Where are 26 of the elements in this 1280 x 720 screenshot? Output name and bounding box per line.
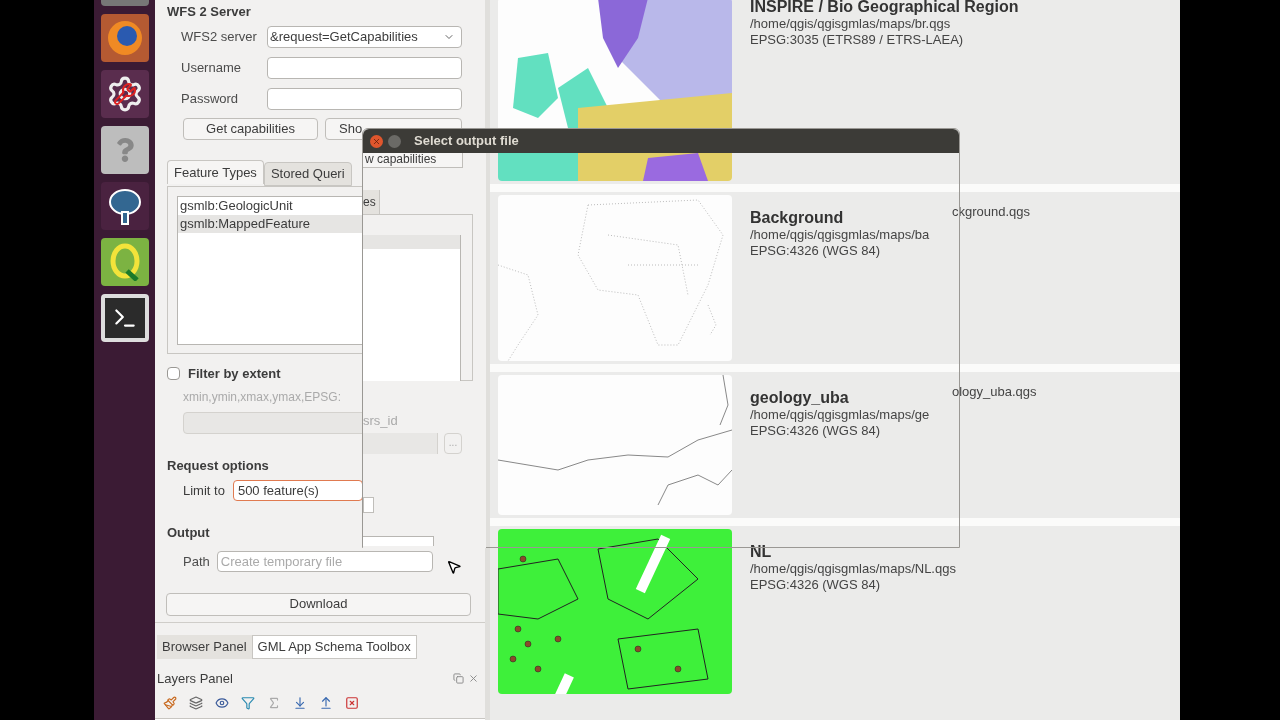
project-title: INSPIRE / Bio Geographical Region [750,0,1019,16]
section-title: Output [167,524,210,542]
section-title: WFS 2 Server [167,4,251,20]
checkbox-label: Filter by extent [188,365,281,383]
project-title: geology_uba [750,389,849,407]
project-crs: EPSG:4326 (WGS 84) [750,577,881,593]
project-path: /home/qgis/qgisgmlas/maps/ba [750,227,930,243]
section-title: Request options [167,456,269,475]
field-label: Username [180,59,242,78]
panel-title: Layers Panel [157,669,234,688]
project-path: ckground.qgs [952,203,1031,221]
field-label: Limit to [183,481,225,500]
project-title: Background [750,209,844,227]
field-label: Path [183,552,210,571]
project-path: ology_uba.qgs [952,383,1037,401]
project-path: /home/qgis/qgisgmlas/maps/br.qgs [750,16,951,32]
field-label: WFS2 server [180,28,258,47]
hint-text: xmin,ymin,xmax,ymax,EPSG: [182,388,342,406]
dialog-title: Select output file [414,132,519,151]
field-label: Password [180,90,240,109]
project-path: /home/qgis/qgisgmlas/maps/NL.qgs [750,561,956,577]
project-crs: EPSG:4326 (WGS 84) [750,423,881,439]
ghost-label: srs_id [363,412,398,430]
project-crs: EPSG:3035 (ETRS89 / ETRS-LAEA) [750,32,964,48]
project-path: /home/qgis/qgisgmlas/maps/ge [750,407,930,423]
project-crs: EPSG:4326 (WGS 84) [750,243,881,259]
